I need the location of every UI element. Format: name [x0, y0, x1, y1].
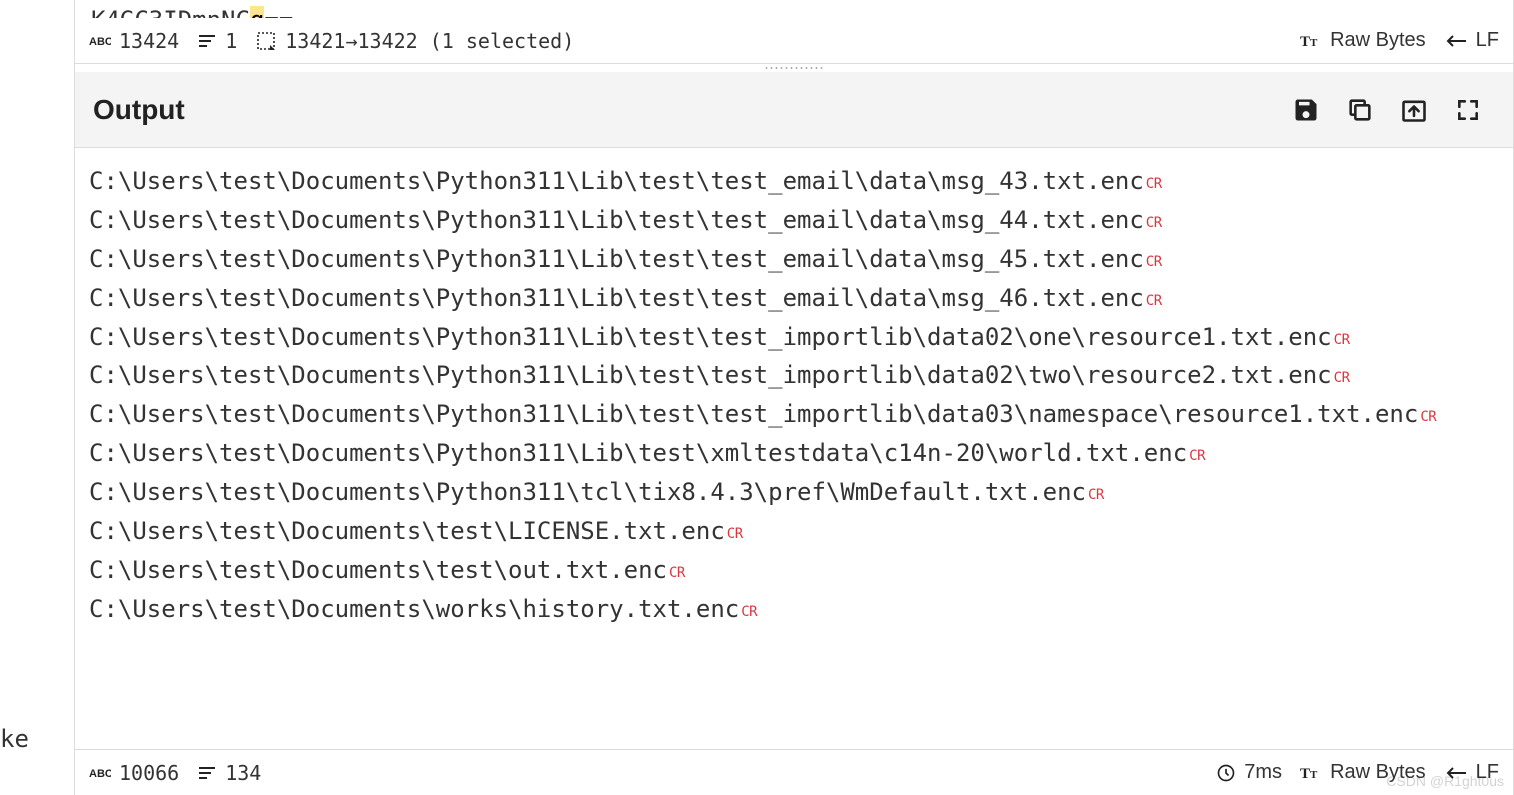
save-button[interactable] — [1279, 86, 1333, 134]
cr-marker: CR — [1334, 332, 1350, 348]
cr-marker: CR — [727, 526, 743, 542]
copy-button[interactable] — [1333, 86, 1387, 134]
cr-marker: CR — [741, 604, 757, 620]
output-line: C:\Users\test\Documents\Python311\Lib\te… — [89, 439, 1187, 467]
output-text[interactable]: C:\Users\test\Documents\Python311\Lib\te… — [75, 158, 1513, 749]
output-encoding-group[interactable]: TT Raw Bytes — [1300, 761, 1426, 784]
input-line-count: 1 — [225, 29, 237, 53]
input-text-partial[interactable]: K4GC3IDmnNCg== — [75, 0, 1513, 18]
output-status-bar: ABC 10066 134 7ms TT Raw Bytes — [75, 749, 1513, 795]
tt-icon: TT — [1300, 765, 1322, 781]
eol-arrow-icon — [1444, 34, 1468, 48]
left-truncated-text: ke — [0, 725, 29, 753]
time-group[interactable]: 7ms — [1216, 761, 1282, 784]
output-line-count: 134 — [225, 761, 261, 785]
abc-icon: ABC — [89, 33, 111, 49]
output-header: Output — [75, 72, 1513, 148]
input-selection: 13421→13422 (1 selected) — [285, 29, 574, 53]
output-line-count-group[interactable]: 134 — [197, 761, 261, 785]
output-time: 7ms — [1244, 761, 1282, 784]
cr-marker: CR — [669, 565, 685, 581]
output-char-count: 10066 — [119, 761, 179, 785]
svg-text:ABC: ABC — [89, 36, 111, 48]
output-line: C:\Users\test\Documents\Python311\Lib\te… — [89, 167, 1144, 195]
svg-text:T: T — [1310, 769, 1318, 781]
output-line: C:\Users\test\Documents\Python311\Lib\te… — [89, 323, 1332, 351]
cr-marker: CR — [1420, 409, 1436, 425]
eol-group[interactable]: LF — [1444, 29, 1499, 52]
drag-dots-icon — [764, 66, 824, 70]
output-line: C:\Users\test\Documents\Python311\Lib\te… — [89, 400, 1418, 428]
output-eol-group[interactable]: LF — [1444, 761, 1499, 784]
output-line: C:\Users\test\Documents\test\LICENSE.txt… — [89, 517, 725, 545]
selection-icon — [255, 30, 277, 52]
lines-icon — [197, 33, 217, 49]
input-status-bar: ABC 13424 1 13421→13422 (1 selected) — [75, 18, 1513, 64]
svg-text:T: T — [1300, 766, 1310, 781]
input-eol: LF — [1476, 29, 1499, 52]
cr-marker: CR — [1189, 448, 1205, 464]
cr-marker: CR — [1146, 254, 1162, 270]
input-encoding: Raw Bytes — [1330, 29, 1426, 52]
cr-marker: CR — [1146, 176, 1162, 192]
encoding-group[interactable]: TT Raw Bytes — [1300, 29, 1426, 52]
lines-icon — [197, 765, 217, 781]
cr-marker: CR — [1334, 370, 1350, 386]
svg-text:ABC: ABC — [89, 768, 111, 780]
output-char-count-group[interactable]: ABC 10066 — [89, 761, 179, 785]
move-to-input-button[interactable] — [1387, 86, 1441, 134]
input-highlighted-char: g — [250, 6, 264, 18]
output-line: C:\Users\test\Documents\test\out.txt.enc — [89, 556, 667, 584]
output-title: Output — [93, 94, 185, 126]
output-truncated-top: C:\Users\test\Documents\Python311\Lib\te… — [75, 148, 1513, 158]
clock-icon — [1216, 763, 1236, 783]
output-eol: LF — [1476, 761, 1499, 784]
line-count-group[interactable]: 1 — [197, 29, 237, 53]
output-line: C:\Users\test\Documents\Python311\Lib\te… — [89, 245, 1144, 273]
input-prefix: K4GC3IDmnNC — [91, 6, 250, 18]
input-char-count: 13424 — [119, 29, 179, 53]
svg-text:T: T — [1300, 34, 1310, 49]
cr-marker: CR — [1146, 293, 1162, 309]
selection-group[interactable]: 13421→13422 (1 selected) — [255, 29, 574, 53]
input-suffix: == — [264, 6, 293, 18]
output-line: C:\Users\test\Documents\Python311\tcl\ti… — [89, 478, 1086, 506]
tt-icon: TT — [1300, 33, 1322, 49]
char-count-group[interactable]: ABC 13424 — [89, 29, 179, 53]
svg-text:T: T — [1310, 37, 1318, 49]
panel-resize-handle[interactable] — [75, 64, 1513, 72]
cr-marker: CR — [1146, 215, 1162, 231]
fullscreen-button[interactable] — [1441, 86, 1495, 134]
eol-arrow-icon — [1444, 766, 1468, 780]
output-line: C:\Users\test\Documents\works\history.tx… — [89, 595, 739, 623]
output-encoding: Raw Bytes — [1330, 761, 1426, 784]
output-line: C:\Users\test\Documents\Python311\Lib\te… — [89, 284, 1144, 312]
cr-marker: CR — [1088, 487, 1104, 503]
output-line: C:\Users\test\Documents\Python311\Lib\te… — [89, 361, 1332, 389]
output-line: C:\Users\test\Documents\Python311\Lib\te… — [89, 206, 1144, 234]
abc-icon: ABC — [89, 765, 111, 781]
main-panel: K4GC3IDmnNCg== ABC 13424 1 — [74, 0, 1514, 795]
